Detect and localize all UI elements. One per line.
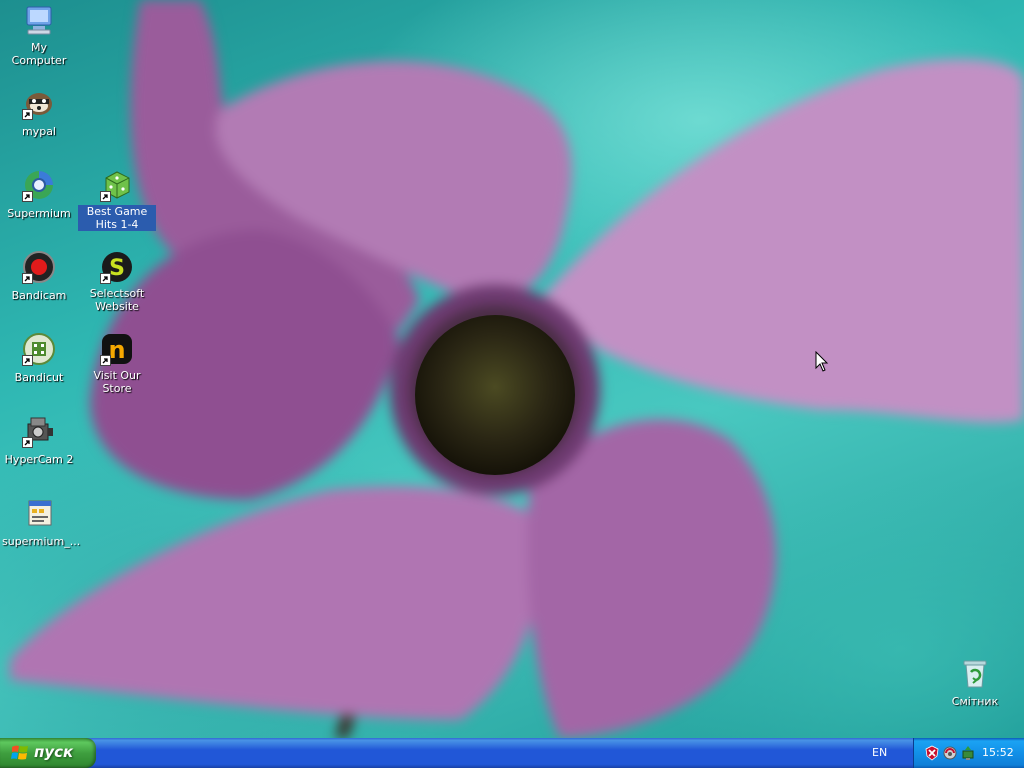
system-tray: 15:52: [913, 738, 1024, 768]
windows-logo-icon: [11, 745, 28, 760]
record-icon: [22, 250, 56, 284]
language-indicator[interactable]: EN: [872, 746, 887, 759]
desktop-icon-my-computer[interactable]: My Computer: [0, 4, 78, 68]
desktop-icon-supermium[interactable]: Supermium: [0, 168, 78, 221]
desktop-icon-recycle-bin[interactable]: Смітник: [936, 656, 1014, 709]
desktop-icon-visit-store[interactable]: n Visit Our Store: [78, 332, 156, 396]
shortcut-arrow-icon: [22, 355, 33, 366]
security-alert-icon[interactable]: [924, 745, 940, 761]
n-logo-icon: n: [100, 332, 134, 366]
desktop-icon-supermium-installer[interactable]: supermium_...: [0, 496, 80, 549]
desktop-icon-hypercam[interactable]: HyperCam 2: [0, 414, 78, 467]
taskbar: пуск EN 15:52: [0, 738, 1024, 768]
desktop-icon-label: mypal: [21, 125, 56, 138]
computer-icon: [22, 4, 56, 38]
shortcut-arrow-icon: [22, 437, 33, 448]
start-button-label: пуск: [34, 743, 74, 761]
shortcut-arrow-icon: [100, 273, 111, 284]
desktop-icon-label: Supermium: [7, 207, 71, 220]
desktop-icon-selectsoft[interactable]: S Selectsoft Website: [78, 250, 156, 314]
dice-icon: [100, 168, 134, 202]
raccoon-icon: [22, 86, 56, 120]
safely-remove-icon[interactable]: [960, 745, 976, 761]
browser-globe-icon: [22, 168, 56, 202]
desktop-icon-label: Best Game Hits 1-4: [78, 205, 156, 231]
taskbar-clock[interactable]: 15:52: [982, 746, 1014, 759]
start-button[interactable]: пуск: [0, 738, 96, 768]
desktop-icon-label: Visit Our Store: [93, 369, 141, 395]
film-icon: [22, 332, 56, 366]
s-logo-icon: S: [100, 250, 134, 284]
camera-icon: [22, 414, 56, 448]
svg-text:n: n: [108, 336, 125, 364]
desktop-icon-label: HyperCam 2: [4, 453, 74, 466]
desktop-icon-label: Bandicut: [14, 371, 64, 384]
shortcut-arrow-icon: [22, 109, 33, 120]
desktop-icon-label: My Computer: [11, 41, 67, 67]
desktop[interactable]: My Computer mypal Supermium Bandicam Ban…: [0, 0, 1024, 738]
shortcut-arrow-icon: [100, 191, 111, 202]
mouse-cursor-icon: [815, 351, 829, 372]
desktop-icon-label: supermium_...: [2, 535, 81, 548]
recycle-bin-icon: [958, 656, 992, 690]
desktop-icon-label: Смітник: [951, 695, 999, 708]
installer-icon: [22, 496, 56, 530]
desktop-icon-best-game-hits[interactable]: Best Game Hits 1-4: [78, 168, 156, 232]
desktop-icon-bandicut[interactable]: Bandicut: [0, 332, 78, 385]
desktop-icon-label: Bandicam: [11, 289, 67, 302]
network-icon[interactable]: [942, 745, 958, 761]
shortcut-arrow-icon: [100, 355, 111, 366]
desktop-icon-bandicam[interactable]: Bandicam: [0, 250, 78, 303]
shortcut-arrow-icon: [22, 191, 33, 202]
desktop-icon-label: Selectsoft Website: [89, 287, 145, 313]
desktop-icon-mypal[interactable]: mypal: [0, 86, 78, 139]
svg-text:S: S: [109, 256, 125, 281]
shortcut-arrow-icon: [22, 273, 33, 284]
